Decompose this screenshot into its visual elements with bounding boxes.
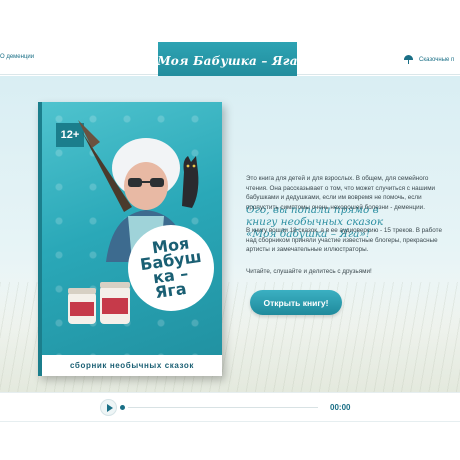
intro-paragraph: В книгу вошли 18 сказок, а в ее аудиовер…: [246, 227, 442, 253]
book-cover[interactable]: 12+ Моя Бабуш ка – Яга сборник необычных…: [38, 102, 222, 376]
fairy-tales-link-label: Сказочные п: [419, 56, 455, 63]
umbrella-icon: [404, 55, 413, 64]
cover-title-line: Яга: [154, 279, 188, 303]
time-display: 00:00: [330, 403, 351, 412]
dementia-link[interactable]: О деменции: [0, 54, 34, 60]
fairy-tales-link[interactable]: Сказочные п: [404, 55, 454, 64]
jars-illustration: [68, 282, 130, 324]
play-icon[interactable]: [100, 399, 117, 416]
cover-subtitle: сборник необычных сказок: [42, 355, 222, 376]
site-logo-text: Моя Бабушка – Яга: [157, 53, 298, 68]
open-book-button[interactable]: Открыть книгу!: [250, 290, 342, 315]
intro-paragraph: Это книга для детей и для взрослых. В об…: [246, 175, 436, 211]
cover-title: Моя Бабуш ка – Яга: [128, 225, 214, 311]
intro-paragraph: Читайте, слушайте и делитесь с друзьями!: [246, 268, 372, 275]
progress-handle[interactable]: [120, 405, 125, 410]
audio-player: 00:00: [0, 392, 460, 422]
progress-track[interactable]: [128, 407, 318, 408]
